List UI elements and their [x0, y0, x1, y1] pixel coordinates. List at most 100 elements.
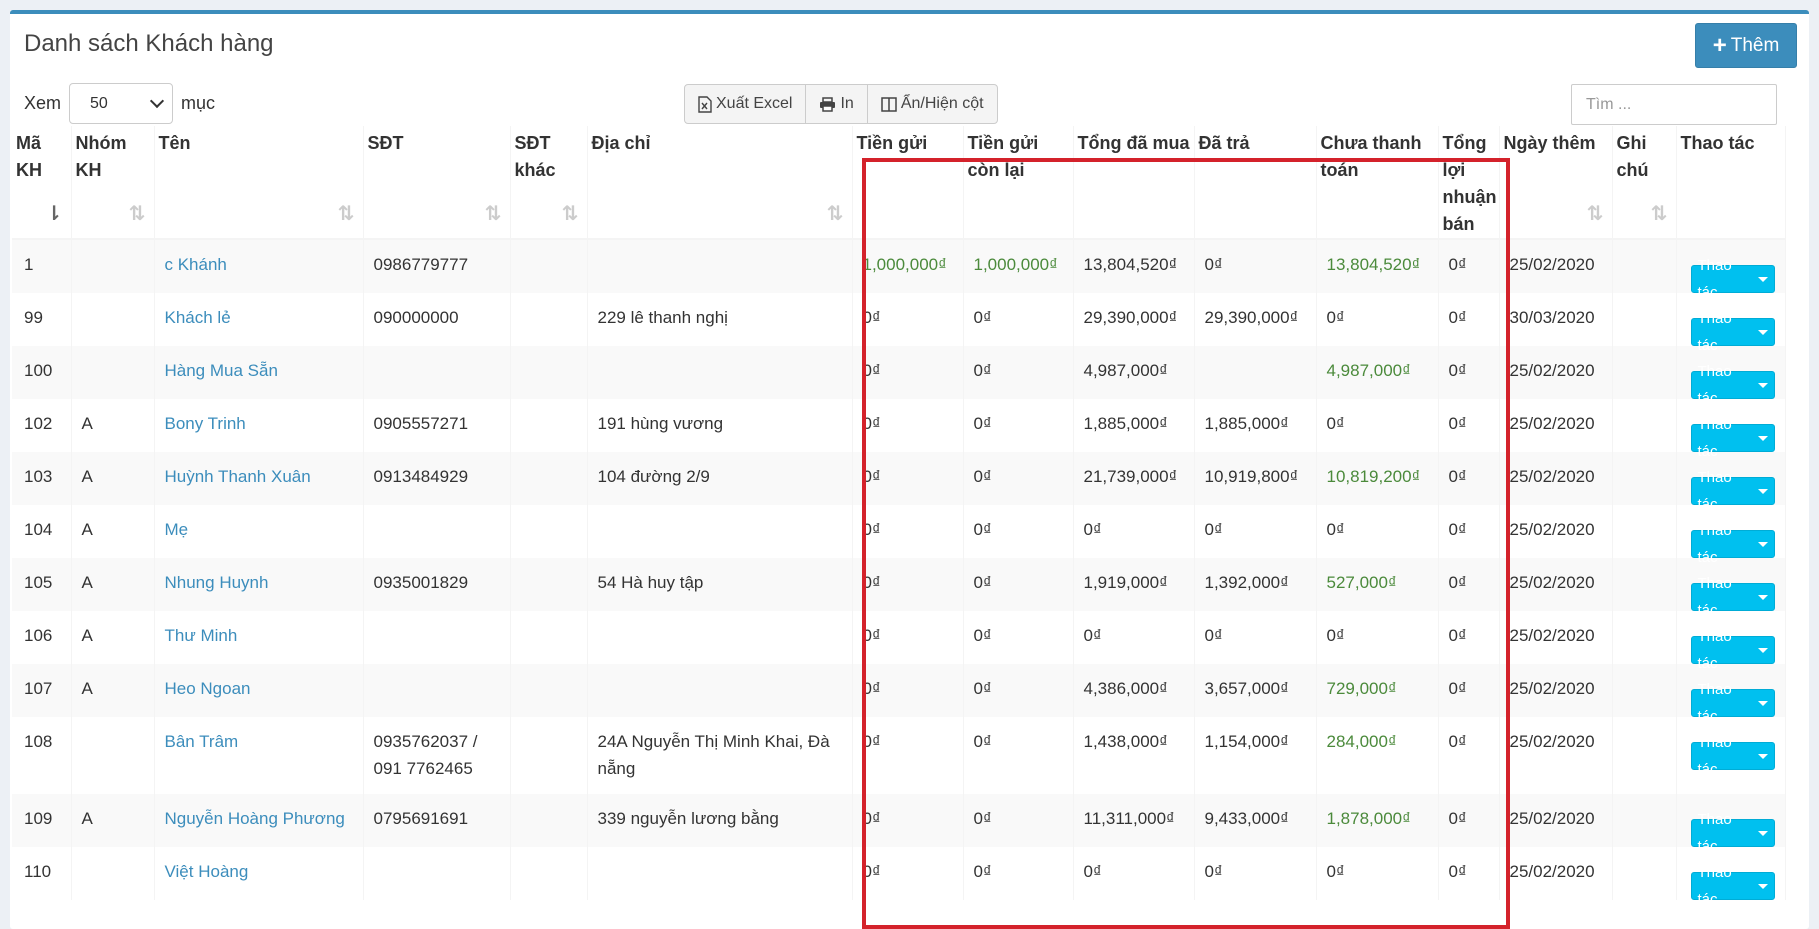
- print-button[interactable]: In: [806, 85, 868, 123]
- cell-name[interactable]: Huỳnh Thanh Xuân: [154, 452, 364, 505]
- cell-phone2: [510, 399, 588, 452]
- cell-paid: 0₫: [1194, 239, 1317, 293]
- columns-label: Ẩn/Hiện cột: [900, 95, 984, 112]
- cell-date: 25/02/2020: [1499, 664, 1613, 717]
- cell-phone: 0795691691: [363, 794, 511, 847]
- header-row: Mã KH ⇂ Nhóm KH ⇅ Tên ⇅ SĐT ⇅ SĐT khác ⇅ Địa …: [12, 126, 1786, 240]
- col-header-ma-kh[interactable]: Mã KH ⇂: [12, 126, 72, 240]
- cell-phone: 0913484929: [363, 452, 511, 505]
- cell-deposit-left: 0₫: [963, 847, 1074, 900]
- col-header-dia-chi[interactable]: Địa chỉ ⇅: [587, 126, 853, 240]
- cell-address: [587, 346, 853, 399]
- action-dropdown-button[interactable]: Thao tác: [1690, 681, 1775, 725]
- cell-address: 339 nguyễn lương bằng: [587, 794, 853, 847]
- cell-deposit: 0₫: [852, 293, 964, 346]
- cell-group: [71, 346, 155, 399]
- cell-name[interactable]: c Khánh: [154, 239, 364, 293]
- col-header-ngay-them[interactable]: Ngày thêm ⇅: [1499, 126, 1613, 240]
- action-dropdown-button[interactable]: Thao tác: [1690, 416, 1775, 460]
- cell-date: 25/02/2020: [1499, 505, 1613, 558]
- column-visibility-button[interactable]: Ẩn/Hiện cột: [868, 85, 997, 123]
- cell-group: [71, 717, 155, 794]
- cell-id: 110: [12, 847, 72, 900]
- cell-deposit: 0₫: [852, 847, 964, 900]
- table-row: 110 Việt Hoàng 0₫ 0₫ 0₫ 0₫ 0₫ 0₫ 25/02/2020 Thao …: [12, 847, 1786, 908]
- cell-unpaid: 729,000₫: [1316, 664, 1439, 717]
- cell-profit: 0₫: [1438, 847, 1500, 900]
- page-length-select[interactable]: 50: [69, 83, 174, 124]
- action-dropdown-button[interactable]: Thao tác: [1690, 864, 1775, 908]
- table-row: 104 A Mẹ 0₫ 0₫ 0₫ 0₫ 0₫ 0₫ 25/02/2020 Thao tác: [12, 505, 1786, 566]
- cell-group: A: [71, 611, 155, 664]
- cell-date: 25/02/2020: [1499, 452, 1613, 505]
- cell-name[interactable]: Thư Minh: [154, 611, 364, 664]
- action-dropdown-button[interactable]: Thao tác: [1690, 811, 1775, 855]
- cell-phone: 090000000: [363, 293, 511, 346]
- cell-name[interactable]: Việt Hoàng: [154, 847, 364, 900]
- table-tools: Xuất Excel In Ẩn/Hiện cột: [684, 84, 998, 124]
- cell-name[interactable]: Khách lẻ: [154, 293, 364, 346]
- caret-down-icon: [1757, 753, 1768, 759]
- cell-deposit: 1,000,000₫: [852, 239, 964, 293]
- page-length-control: Xem 50 mục: [24, 83, 215, 124]
- action-label: Thao tác: [1697, 257, 1732, 301]
- action-dropdown-button[interactable]: Thao tác: [1690, 469, 1775, 513]
- cell-deposit-left: 0₫: [963, 717, 1074, 794]
- cell-id: 99: [12, 293, 72, 346]
- action-dropdown-button[interactable]: Thao tác: [1690, 628, 1775, 672]
- col-header-tong-loi-nhuan: Tổng lợi nhuận bán: [1438, 126, 1500, 240]
- length-prefix: Xem: [24, 93, 62, 113]
- cell-total: 29,390,000₫: [1073, 293, 1195, 346]
- cell-actions: Thao tác: [1676, 239, 1786, 301]
- cell-name[interactable]: Nguyễn Hoàng Phương: [154, 794, 364, 847]
- cell-phone: [363, 664, 511, 717]
- action-label: Thao tác: [1697, 734, 1732, 778]
- caret-down-icon: [1757, 541, 1768, 547]
- cell-name[interactable]: Hàng Mua Sẵn: [154, 346, 364, 399]
- cell-note: [1612, 293, 1677, 346]
- cell-paid: 0₫: [1194, 611, 1317, 664]
- add-label: Thêm: [1730, 34, 1780, 56]
- col-header-sdt-khac[interactable]: SĐT khác ⇅: [510, 126, 588, 240]
- col-header-ten[interactable]: Tên ⇅: [154, 126, 364, 240]
- col-header-sdt[interactable]: SĐT ⇅: [363, 126, 511, 240]
- cell-address: 229 lê thanh nghị: [587, 293, 853, 346]
- columns-icon: [881, 96, 897, 112]
- cell-profit: 0₫: [1438, 717, 1500, 794]
- cell-name[interactable]: Bony Trinh: [154, 399, 364, 452]
- cell-name[interactable]: Bân Trâm: [154, 717, 364, 794]
- cell-note: [1612, 611, 1677, 664]
- col-header-ghi-chu[interactable]: Ghi chú ⇅: [1612, 126, 1677, 240]
- action-dropdown-button[interactable]: Thao tác: [1690, 734, 1775, 778]
- cell-phone2: [510, 664, 588, 717]
- cell-paid: 9,433,000₫: [1194, 794, 1317, 847]
- cell-name[interactable]: Heo Ngoan: [154, 664, 364, 717]
- export-excel-button[interactable]: Xuất Excel: [685, 85, 807, 123]
- cell-id: 100: [12, 346, 72, 399]
- action-dropdown-button[interactable]: Thao tác: [1690, 363, 1775, 407]
- cell-profit: 0₫: [1438, 452, 1500, 505]
- action-dropdown-button[interactable]: Thao tác: [1690, 310, 1775, 354]
- cell-group: A: [71, 794, 155, 847]
- cell-paid: 1,154,000₫: [1194, 717, 1317, 794]
- action-dropdown-button[interactable]: Thao tác: [1690, 257, 1775, 301]
- caret-down-icon: [1757, 435, 1768, 441]
- cell-phone2: [510, 847, 588, 900]
- cell-deposit: 0₫: [852, 505, 964, 558]
- sort-icon: ⇅: [337, 203, 355, 225]
- action-dropdown-button[interactable]: Thao tác: [1690, 522, 1775, 566]
- cell-unpaid: 10,819,200₫: [1316, 452, 1439, 505]
- cell-phone2: [510, 717, 588, 794]
- cell-name[interactable]: Nhung Huynh: [154, 558, 364, 611]
- action-dropdown-button[interactable]: Thao tác: [1690, 575, 1775, 619]
- cell-note: [1612, 505, 1677, 558]
- table-row: 100 Hàng Mua Sẵn 0₫ 0₫ 4,987,000₫ 4,987,000₫ 0…: [12, 346, 1786, 407]
- col-header-nhom-kh[interactable]: Nhóm KH ⇅: [71, 126, 155, 240]
- cell-deposit: 0₫: [852, 611, 964, 664]
- cell-phone2: [510, 452, 588, 505]
- col-header-tien-gui-con-lai: Tiền gửi còn lại: [963, 126, 1074, 240]
- cell-phone: 0935001829: [363, 558, 511, 611]
- add-customer-button[interactable]: + Thêm: [1695, 23, 1797, 68]
- search-input[interactable]: Tìm ...: [1571, 84, 1777, 125]
- cell-name[interactable]: Mẹ: [154, 505, 364, 558]
